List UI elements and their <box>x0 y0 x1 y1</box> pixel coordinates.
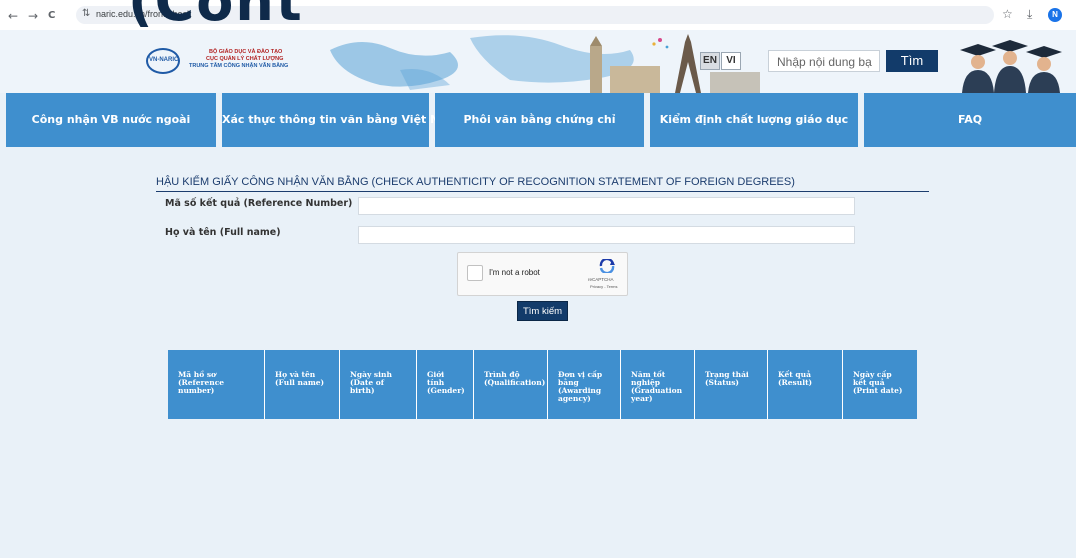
column-header-print-date: Ngày cấp kết quả (Print date) <box>853 370 903 395</box>
site-body: VN-NARIC BỘ GIÁO DỤC VÀ ĐÀO TẠO CỤC QUẢN… <box>0 30 1076 558</box>
recaptcha-widget: I'm not a robot reCAPTCHA Privacy - Term… <box>457 252 628 296</box>
org-line-3: TRUNG TÂM CÔNG NHẬN VĂN BẰNG <box>189 63 289 69</box>
nav-item-foreign-degree[interactable]: Công nhận VB nước ngoài <box>6 93 216 147</box>
column-header-reference-number: Mã hồ sơ (Reference number) <box>168 350 265 419</box>
graduates-graphic <box>960 40 1062 93</box>
column-header-qualification: Trình độ (Qualification) <box>474 350 548 419</box>
nav-item-degree-blanks[interactable]: Phôi văn bằng chứng chỉ <box>435 93 644 147</box>
recaptcha-checkbox[interactable] <box>467 265 483 281</box>
org-line-1: BỘ GIÁO DỤC VÀ ĐÀO TẠO <box>209 49 283 55</box>
nav-item-quality-accreditation[interactable]: Kiểm định chất lượng giáo dục <box>650 93 858 147</box>
org-line-2: CỤC QUẢN LÝ CHẤT LƯỢNG <box>206 56 284 62</box>
column-header-gender: Giới tính (Gender) <box>417 350 474 419</box>
recaptcha-icon <box>599 259 615 273</box>
lang-vi-button[interactable]: VI <box>721 52 741 70</box>
reference-number-label: Mã số kết quả (Reference Number) <box>165 198 353 209</box>
column-header-date-of-birth: Ngày sinh (Date of birth) <box>340 350 417 419</box>
star-icon[interactable]: ☆ <box>1002 7 1013 21</box>
results-table-header: Mã hồ sơ (Reference number) Họ và tên (F… <box>168 350 917 419</box>
site-info-icon[interactable]: ⇅ <box>82 8 90 19</box>
column-header-full-name: Họ và tên (Full name) <box>265 350 340 419</box>
browser-toolbar: ← → C ⇅ naric.edu.vn/front/check ☆ ⤓ N (… <box>0 0 1076 33</box>
reference-number-input[interactable] <box>358 197 855 215</box>
download-icon[interactable]: ⤓ <box>1027 7 1032 22</box>
column-header-awarding-agency: Đơn vị cấp bằng (Awarding agency) <box>548 350 621 419</box>
profile-avatar[interactable]: N <box>1048 8 1062 22</box>
main-nav: Công nhận VB nước ngoài Xác thực thông t… <box>0 93 1076 147</box>
recaptcha-brand: reCAPTCHA <box>588 277 614 282</box>
nav-item-verify-vietnam-degree[interactable]: Xác thực thông tin văn bằng Việt Nam <box>222 93 458 147</box>
search-submit-button[interactable]: Tìm kiếm <box>517 301 568 321</box>
lang-en-button[interactable]: EN <box>700 52 720 70</box>
recaptcha-privacy-terms[interactable]: Privacy - Terms <box>590 284 617 289</box>
title-divider <box>156 191 929 192</box>
full-name-input[interactable] <box>358 226 855 244</box>
recaptcha-label: I'm not a robot <box>489 268 540 277</box>
site-search-button[interactable]: Tìm <box>886 50 938 72</box>
forward-icon[interactable]: → <box>28 9 38 23</box>
column-header-graduation-year: Năm tốt nghiệp (Graduation year) <box>621 350 695 419</box>
page: ← → C ⇅ naric.edu.vn/front/check ☆ ⤓ N (… <box>0 0 1076 558</box>
column-header-result: Kết quả (Result) <box>768 350 843 419</box>
full-name-label: Họ và tên (Full name) <box>165 227 281 238</box>
back-icon[interactable]: ← <box>8 9 18 23</box>
search-placeholder: Nhập nội dung bạ <box>777 55 872 69</box>
nav-item-faq[interactable]: FAQ <box>864 93 1076 147</box>
overlay-text: (Cont <box>128 0 304 33</box>
form-title: HẬU KIỂM GIẤY CÔNG NHẬN VĂN BẰNG (CHECK … <box>156 176 795 188</box>
site-search-input[interactable]: Nhập nội dung bạ <box>768 50 880 72</box>
reload-icon[interactable]: C <box>48 10 55 21</box>
logo-text: VN-NARIC <box>149 57 179 63</box>
column-header-status: Trạng thái (Status) <box>695 350 768 419</box>
site-banner: VN-NARIC BỘ GIÁO DỤC VÀ ĐÀO TẠO CỤC QUẢN… <box>0 30 1076 93</box>
